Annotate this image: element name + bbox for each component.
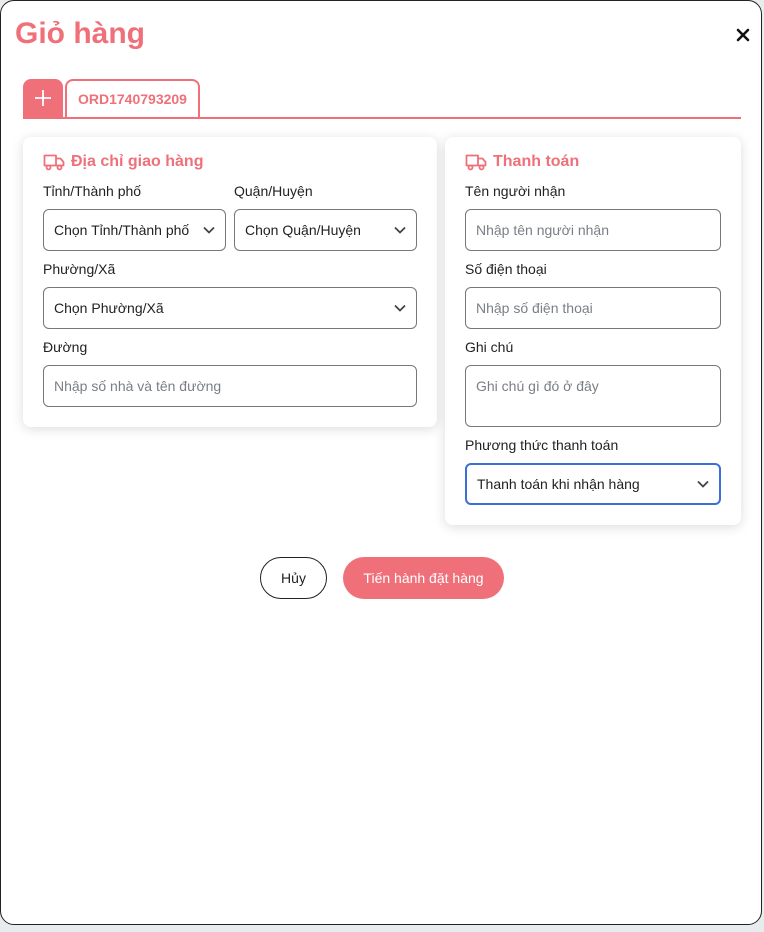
tab-order[interactable]: ORD1740793209 (65, 79, 200, 117)
place-order-button[interactable]: Tiến hành đặt hàng (343, 557, 504, 599)
province-select[interactable]: Chọn Tỉnh/Thành phố (43, 209, 226, 251)
chevron-down-icon (394, 226, 406, 234)
ward-label: Phường/Xã (43, 261, 116, 277)
chevron-down-icon (697, 480, 709, 488)
payment-card: Thanh toán Tên người nhận Nhập tên người… (445, 137, 741, 525)
phone-label: Số điện thoại (465, 261, 547, 277)
ward-select[interactable]: Chọn Phường/Xã (43, 287, 417, 329)
payment-method-label: Phương thức thanh toán (465, 437, 619, 453)
payment-method-value: Thanh toán khi nhận hàng (477, 476, 640, 492)
cancel-button[interactable]: Hủy (260, 557, 327, 599)
shipping-card: Địa chỉ giao hàng Tỉnh/Thành phố Chọn Tỉ… (23, 137, 437, 427)
province-label: Tỉnh/Thành phố (43, 183, 142, 199)
shipping-title: Địa chỉ giao hàng (43, 153, 203, 171)
close-icon[interactable] (733, 25, 753, 45)
district-select-value: Chọn Quận/Huyện (245, 222, 361, 238)
recipient-label: Tên người nhận (465, 183, 566, 199)
payment-title-text: Thanh toán (493, 153, 580, 170)
phone-input[interactable]: Nhập số điện thoại (465, 287, 721, 329)
chevron-down-icon (203, 226, 215, 234)
cart-modal: Giỏ hàng ORD1740793209 Địa chỉ giao hàng… (0, 0, 762, 925)
recipient-input[interactable]: Nhập tên người nhận (465, 209, 721, 251)
province-select-value: Chọn Tỉnh/Thành phố (54, 222, 190, 238)
district-select[interactable]: Chọn Quận/Huyện (234, 209, 417, 251)
plus-icon (35, 90, 51, 106)
order-tabs: ORD1740793209 (23, 79, 741, 119)
add-order-tab[interactable] (23, 79, 63, 117)
page-title: Giỏ hàng (15, 17, 145, 50)
chevron-down-icon (394, 304, 406, 312)
note-label: Ghi chú (465, 339, 514, 355)
truck-icon (43, 154, 65, 171)
ward-select-value: Chọn Phường/Xã (54, 300, 164, 316)
street-label: Đường (43, 339, 88, 355)
district-label: Quận/Huyện (234, 183, 313, 199)
shipping-title-text: Địa chỉ giao hàng (71, 153, 204, 170)
payment-method-select[interactable]: Thanh toán khi nhận hàng (465, 463, 721, 505)
truck-icon (465, 154, 487, 171)
payment-title: Thanh toán (465, 153, 579, 171)
street-input[interactable]: Nhập số nhà và tên đường (43, 365, 417, 407)
note-textarea[interactable]: Ghi chú gì đó ở đây (465, 365, 721, 427)
